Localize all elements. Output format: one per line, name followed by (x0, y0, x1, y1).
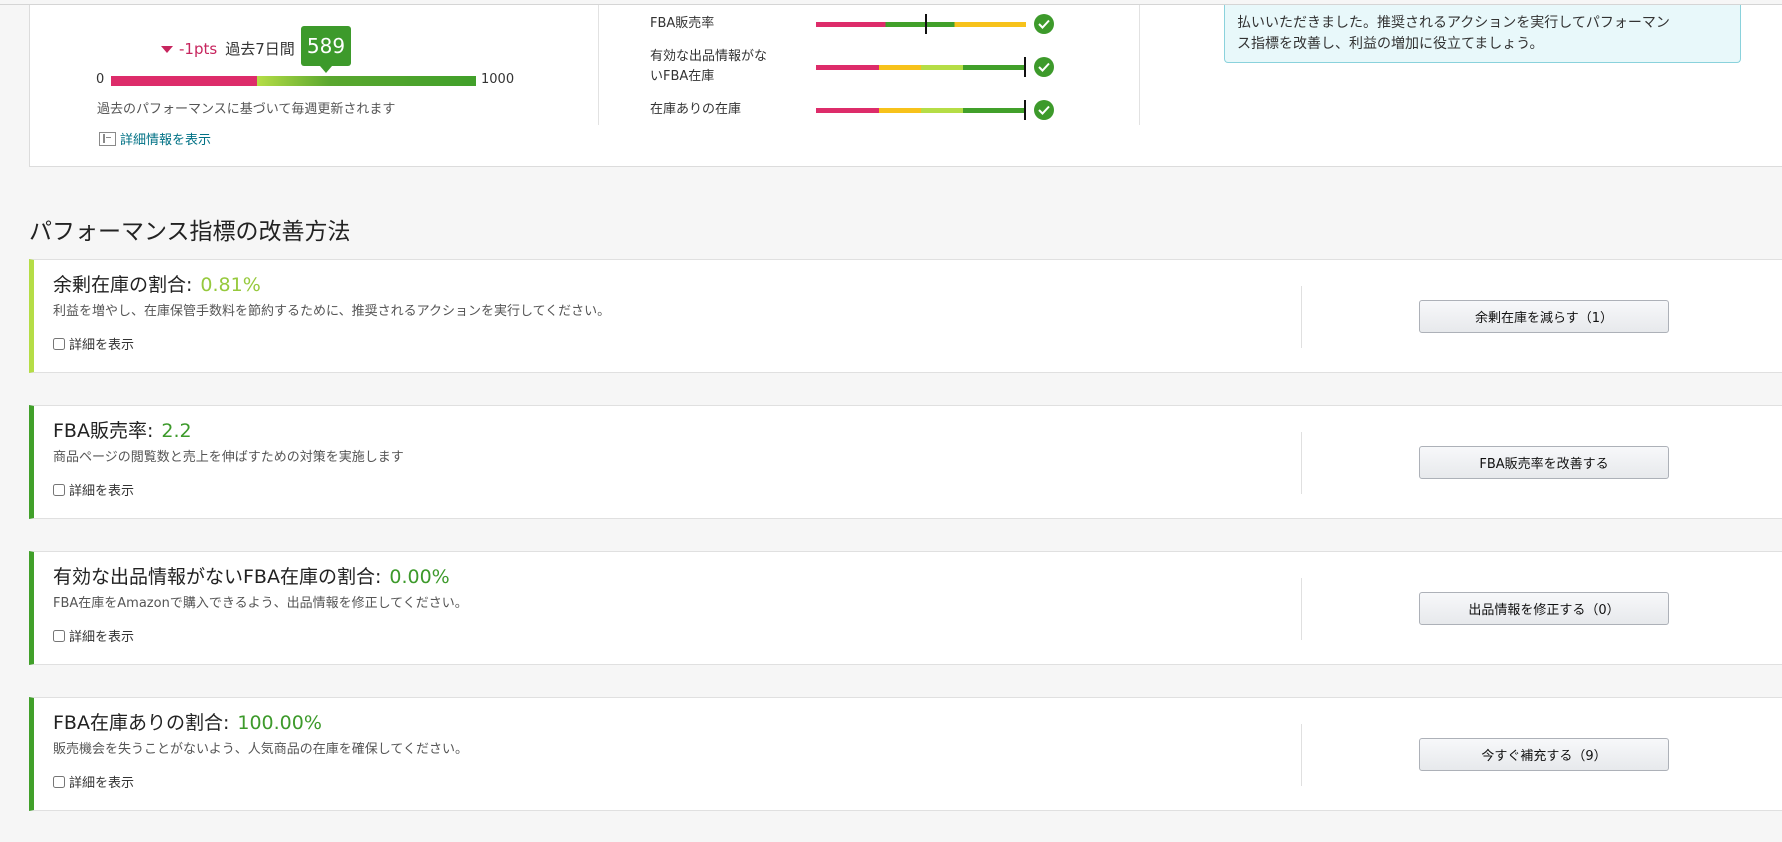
metric-bar (816, 56, 1026, 77)
detail-info-link-text: 詳細情報を表示 (120, 133, 212, 148)
card-title: 有効な出品情報がないFBA在庫の割合: 0.00% (53, 562, 450, 589)
metric-bar (816, 99, 1026, 120)
show-details-checkbox[interactable]: 詳細を表示 (53, 480, 134, 499)
metric-row-fba-sales: FBA販売率 (650, 13, 1054, 34)
metric-label-text-2: いFBA在庫 (650, 69, 715, 84)
card-title-text: 余剰在庫の割合: (53, 274, 193, 296)
check-circle-icon (1034, 100, 1054, 120)
score-bubble: 589 (300, 26, 351, 73)
card-description: 販売機会を失うことがないよう、人気商品の在庫を確保してください。 (53, 742, 468, 757)
metric-marker (1024, 56, 1026, 77)
summary-divider-1 (598, 5, 599, 125)
card-divider (1301, 578, 1302, 640)
show-details-input[interactable] (53, 775, 65, 788)
summary-panel: -1pts 過去7日間 589 0 1000 過去のパフォーマンスに基づいて毎週… (29, 5, 1782, 167)
show-details-input[interactable] (53, 629, 65, 642)
card-value: 0.81% (200, 274, 261, 296)
card-value: 100.00% (237, 712, 322, 734)
summary-divider-2 (1139, 5, 1140, 125)
detail-info-link[interactable]: 詳細情報を表示 (99, 129, 211, 148)
show-details-label: 詳細を表示 (69, 484, 135, 499)
card-unlisted-inventory: 有効な出品情報がないFBA在庫の割合: 0.00% FBA在庫をAmazonで購入… (29, 551, 1782, 665)
card-divider (1301, 724, 1302, 786)
reduce-excess-button[interactable]: 余剰在庫を減らす（1） (1419, 300, 1669, 333)
card-title-text: FBA販売率: (53, 420, 154, 442)
show-details-checkbox[interactable]: 詳細を表示 (53, 334, 134, 353)
score-bar (111, 76, 476, 86)
info-box-line-1: 払いいただきました。推奨されるアクションを実行してパフォーマン (1237, 15, 1670, 31)
info-box-line-2: ス指標を改善し、利益の増加に役立てましょう。 (1237, 36, 1544, 52)
restock-now-button[interactable]: 今すぐ補充する（9） (1419, 738, 1669, 771)
metric-label-text: 在庫ありの在庫 (650, 102, 742, 117)
card-title: 余剰在庫の割合: 0.81% (53, 270, 261, 297)
card-description: 商品ページの閲覧数と売上を伸ばすための対策を実施します (53, 450, 404, 465)
section-title: パフォーマンス指標の改善方法 (29, 219, 351, 245)
card-fba-sales-rate: FBA販売率: 2.2 商品ページの閲覧数と売上を伸ばすための対策を実施します 詳… (29, 405, 1782, 519)
metric-marker (1024, 99, 1026, 120)
improve-sales-rate-button[interactable]: FBA販売率を改善する (1419, 446, 1669, 479)
metric-label: FBA販売率 (650, 14, 816, 34)
card-title-text: FBA在庫ありの割合: (53, 712, 230, 734)
metric-label-text: FBA販売率 (650, 16, 715, 31)
card-excess-inventory: 余剰在庫の割合: 0.81% 利益を増やし、在庫保管手数料を節約するために、推奨さ… (29, 259, 1782, 373)
scale-min-label: 0 (96, 72, 105, 87)
card-title: FBA在庫ありの割合: 100.00% (53, 708, 322, 735)
card-title-text: 有効な出品情報がないFBA在庫の割合: (53, 566, 382, 588)
show-details-label: 詳細を表示 (69, 776, 135, 791)
metric-row-in-stock: 在庫ありの在庫 (650, 99, 1054, 120)
metric-label: 有効な出品情報がな いFBA在庫 (650, 47, 816, 87)
update-note: 過去のパフォーマンスに基づいて毎週更新されます (97, 102, 396, 117)
card-value: 2.2 (161, 420, 192, 442)
metric-row-unlisted-inventory: 有効な出品情報がな いFBA在庫 (650, 47, 1054, 87)
metric-label: 在庫ありの在庫 (650, 100, 816, 120)
card-title: FBA販売率: 2.2 (53, 416, 192, 443)
score-change-points: -1pts (179, 39, 218, 58)
card-divider (1301, 286, 1302, 348)
triangle-down-icon (161, 45, 173, 53)
score-change: -1pts 過去7日間 (161, 38, 295, 59)
card-description: 利益を増やし、在庫保管手数料を節約するために、推奨されるアクションを実行してくだ… (53, 304, 611, 319)
card-value: 0.00% (389, 566, 450, 588)
expand-panel-icon (99, 131, 116, 146)
show-details-input[interactable] (53, 483, 65, 496)
show-details-checkbox[interactable]: 詳細を表示 (53, 626, 134, 645)
check-circle-icon (1034, 14, 1054, 34)
show-details-label: 詳細を表示 (69, 630, 135, 645)
metric-label-text: 有効な出品情報がな (650, 49, 768, 64)
metric-marker (925, 13, 927, 34)
check-circle-icon (1034, 57, 1054, 77)
info-box: 払いいただきました。推奨されるアクションを実行してパフォーマン ス指標を改善し、… (1224, 5, 1741, 63)
show-details-input[interactable] (53, 337, 65, 350)
card-description: FBA在庫をAmazonで購入できるよう、出品情報を修正してください。 (53, 596, 468, 611)
fix-listings-button[interactable]: 出品情報を修正する（0） (1419, 592, 1669, 625)
metric-bar (816, 13, 1026, 34)
card-in-stock: FBA在庫ありの割合: 100.00% 販売機会を失うことがないよう、人気商品の在… (29, 697, 1782, 811)
scale-max-label: 1000 (481, 72, 515, 87)
show-details-checkbox[interactable]: 詳細を表示 (53, 772, 134, 791)
card-divider (1301, 432, 1302, 494)
show-details-label: 詳細を表示 (69, 338, 135, 353)
score-change-period: 過去7日間 (225, 40, 295, 58)
